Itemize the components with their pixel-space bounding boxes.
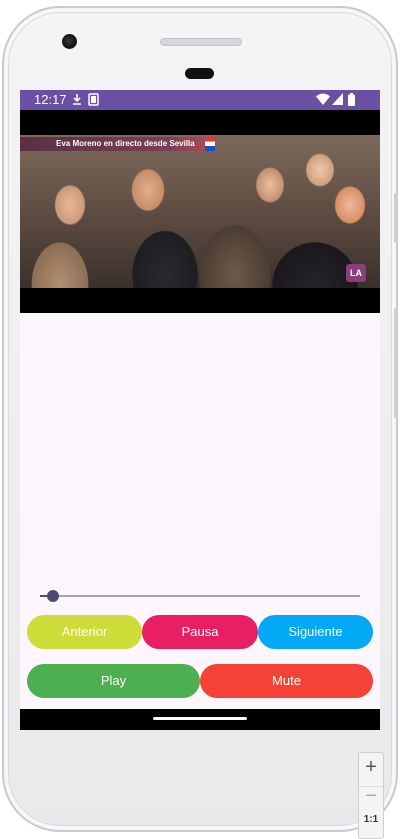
play-button[interactable]: Play (27, 664, 200, 698)
seekbar-thumb[interactable] (46, 590, 59, 602)
status-bar: 12:17 (20, 90, 380, 110)
download-icon (73, 94, 81, 105)
video-player[interactable]: Eva Moreno en directo desde Sevilla LA (20, 110, 380, 313)
volume-button (394, 308, 397, 418)
status-time: 12:17 (34, 92, 67, 107)
seekbar-track (40, 595, 360, 597)
seekbar[interactable] (40, 590, 360, 602)
wifi-icon (316, 93, 330, 105)
video-caption-text: Eva Moreno en directo desde Sevilla (56, 139, 195, 148)
zoom-ratio-button[interactable]: 1:1 (359, 813, 383, 827)
pausa-button[interactable]: Pausa (142, 615, 258, 649)
zoom-out-button[interactable]: − (359, 783, 383, 809)
battery-icon (348, 93, 355, 106)
power-button (394, 193, 397, 243)
flag-stripe (204, 137, 215, 151)
signal-icon (332, 93, 343, 105)
video-caption: Eva Moreno en directo desde Sevilla (20, 137, 215, 151)
mute-button[interactable]: Mute (200, 664, 373, 698)
navigation-bar (20, 709, 380, 730)
screenshot-icon (88, 93, 99, 106)
anterior-button[interactable]: Anterior (27, 615, 142, 649)
zoom-in-button[interactable]: + (359, 754, 383, 780)
siguiente-button[interactable]: Siguiente (258, 615, 373, 649)
earpiece (185, 68, 214, 79)
front-camera (62, 34, 77, 49)
video-frame: Eva Moreno en directo desde Sevilla LA (20, 135, 380, 288)
speaker-grill (160, 38, 242, 46)
channel-logo: LA (346, 264, 366, 282)
app-screen: 12:17 Eva Moreno en directo desde Sevill… (20, 90, 380, 730)
zoom-control: + − 1:1 (358, 752, 384, 839)
home-gesture-handle[interactable] (153, 717, 247, 720)
